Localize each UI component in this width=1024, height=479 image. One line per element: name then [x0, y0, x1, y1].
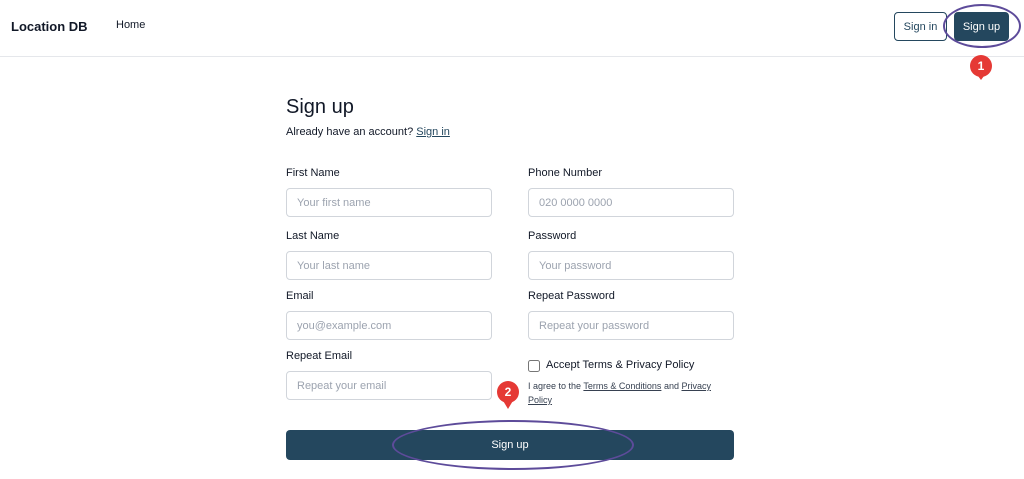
repeat-email-label: Repeat Email: [286, 350, 353, 362]
last-name-label: Last Name: [286, 230, 340, 242]
first-name-input[interactable]: [286, 188, 492, 217]
phone-input[interactable]: [528, 188, 734, 217]
terms-desc-and: and: [663, 381, 679, 391]
have-account-prefix: Already have an account?: [286, 126, 414, 138]
repeat-email-input[interactable]: [286, 371, 492, 400]
password-label: Password: [528, 230, 577, 242]
signin-link[interactable]: Sign in: [416, 126, 450, 138]
terms-description: I agree to the Terms & Conditions and Pr…: [528, 379, 734, 407]
repeat-password-label: Repeat Password: [528, 290, 615, 302]
marker-pin-2: [502, 399, 514, 409]
phone-label: Phone Number: [528, 167, 602, 179]
marker-pin-1: [975, 72, 987, 80]
step-marker-2: 2: [497, 381, 519, 403]
first-name-label: First Name: [286, 167, 340, 179]
submit-signup-button[interactable]: Sign up: [286, 430, 734, 460]
signin-button[interactable]: Sign in: [894, 12, 947, 41]
terms-desc-prefix: I agree to the: [528, 381, 582, 391]
repeat-password-input[interactable]: [528, 311, 734, 340]
signup-button[interactable]: Sign up: [954, 12, 1009, 41]
page-title: Sign up: [286, 96, 354, 118]
have-account-text: Already have an account? Sign in: [286, 126, 450, 138]
password-input[interactable]: [528, 251, 734, 280]
step-marker-1: 1: [970, 55, 992, 77]
last-name-input[interactable]: [286, 251, 492, 280]
email-input[interactable]: [286, 311, 492, 340]
top-navbar: Location DB Home Sign in Sign up: [0, 0, 1024, 57]
terms-checkbox[interactable]: [528, 360, 540, 372]
brand-logo-text[interactable]: Location DB: [11, 19, 88, 34]
terms-conditions-link[interactable]: Terms & Conditions: [583, 381, 661, 391]
email-label: Email: [286, 290, 314, 302]
nav-link-home[interactable]: Home: [116, 19, 145, 31]
terms-label[interactable]: Accept Terms & Privacy Policy: [546, 359, 694, 371]
